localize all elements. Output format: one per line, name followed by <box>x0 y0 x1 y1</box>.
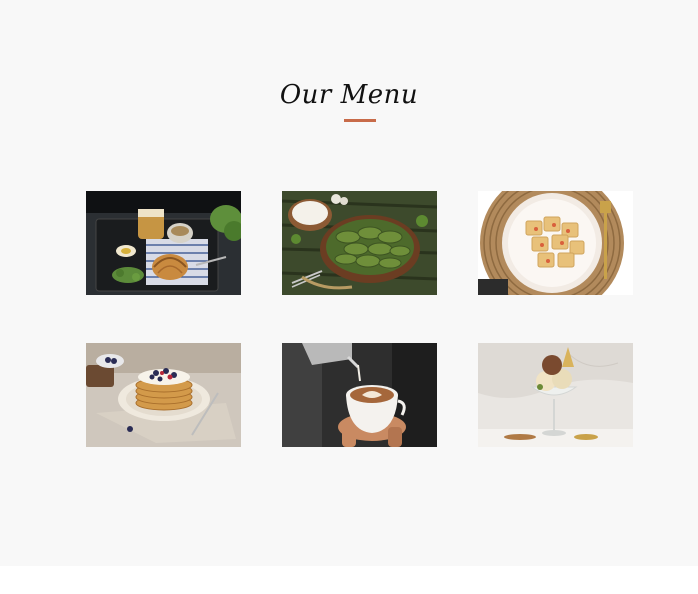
menu-item-breakfast[interactable] <box>86 191 241 295</box>
menu-item-pancakes[interactable] <box>86 343 241 447</box>
menu-item-ravioli[interactable] <box>478 191 633 295</box>
menu-item-dolma[interactable] <box>282 191 437 295</box>
pancake-stack-photo <box>86 343 241 447</box>
title-underline <box>344 119 376 122</box>
menu-gallery <box>86 191 634 447</box>
section-title: Our Menu <box>279 80 419 110</box>
menu-item-coffee[interactable] <box>282 343 437 447</box>
stuffed-grape-leaves-photo <box>282 191 437 295</box>
ravioli-pasta-photo <box>478 191 633 295</box>
page: Our Menu <box>0 0 698 594</box>
ice-cream-sundae-photo <box>478 343 633 447</box>
menu-item-ice-cream[interactable] <box>478 343 633 447</box>
breakfast-croissant-photo <box>86 191 241 295</box>
latte-art-coffee-photo <box>282 343 437 447</box>
menu-section: Our Menu <box>0 0 698 566</box>
